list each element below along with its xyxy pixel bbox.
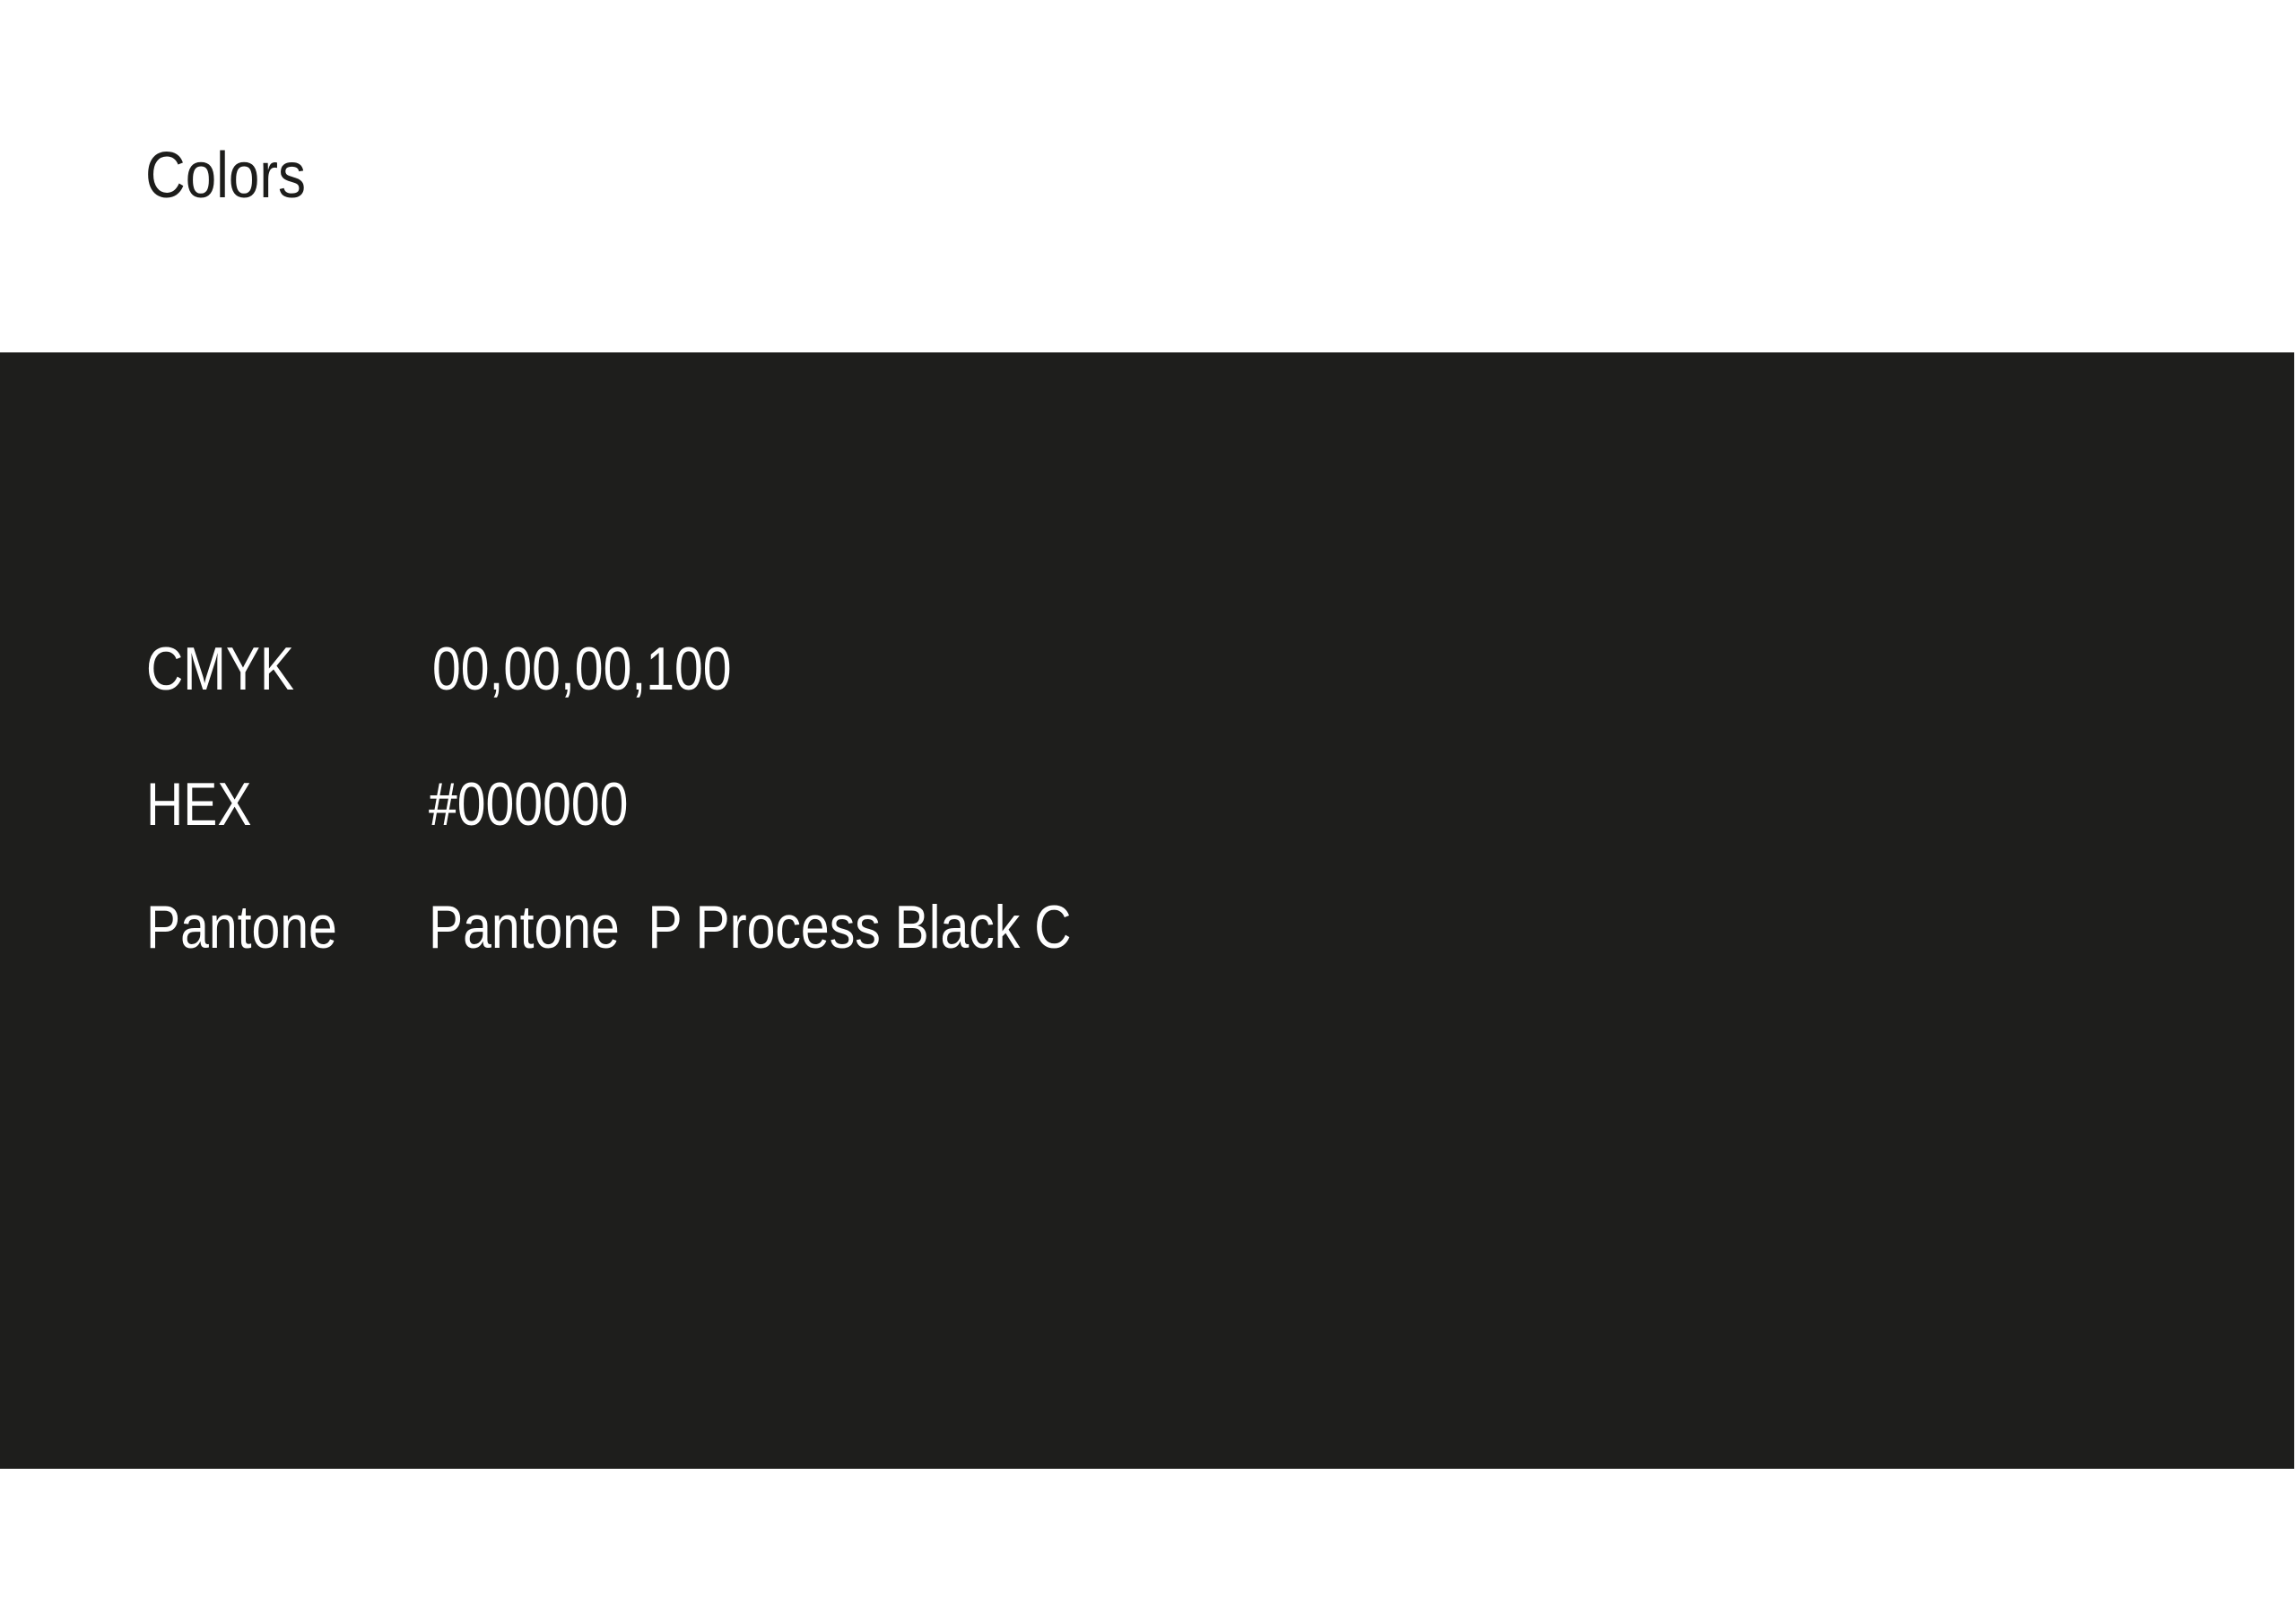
color-swatch-black: CMYK 00,00,00,100 HEX #000000 Pantone Pa…: [0, 352, 2294, 1469]
hex-label: HEX: [146, 770, 252, 838]
pantone-label: Pantone: [146, 893, 337, 961]
hex-value: #000000: [429, 770, 629, 838]
pantone-value: Pantone P Process Black C: [429, 893, 1072, 961]
page-title: Colors: [145, 140, 306, 212]
cmyk-value: 00,00,00,100: [432, 635, 732, 703]
cmyk-label: CMYK: [146, 635, 295, 703]
